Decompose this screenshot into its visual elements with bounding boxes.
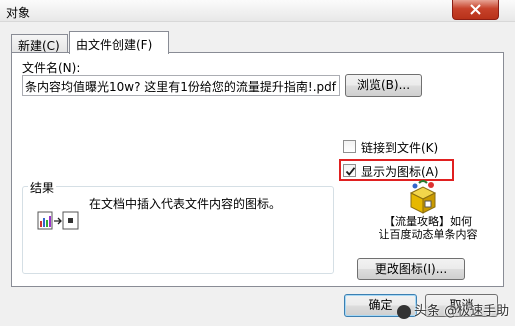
result-legend: 结果 (28, 179, 57, 196)
file-name-input[interactable]: 条内容均值曝光10w? 这里有1份给您的流量提升指南!.pdf (22, 75, 340, 96)
tab-panel: 文件名(N): 条内容均值曝光10w? 这里有1份给您的流量提升指南!.pdf … (11, 52, 504, 287)
result-description: 在文档中插入代表文件内容的图标。 (89, 197, 282, 211)
tab-from-file[interactable]: 由文件创建(F) (69, 31, 169, 54)
watermark-logo-icon (397, 304, 411, 319)
object-caption-line1: 【流量攻略】如何 (384, 215, 472, 228)
highlight-box (339, 159, 454, 181)
close-button[interactable] (452, 0, 499, 20)
close-icon (470, 4, 481, 15)
change-icon-button[interactable]: 更改图标(I)... (357, 258, 465, 280)
file-name-label: 文件名(N): (22, 61, 81, 75)
document-embed-icon (37, 211, 79, 230)
link-to-file-label: 链接到文件(K) (361, 141, 439, 155)
object-preview-icon (405, 179, 441, 218)
tab-new-label: 新建(C) (18, 39, 60, 53)
file-name-value: 条内容均值曝光10w? 这里有1份给您的流量提升指南!.pdf (25, 80, 336, 94)
link-to-file-checkbox[interactable] (343, 140, 356, 153)
title-bar: 对象 (0, 0, 515, 22)
watermark: 头条 @极速手助 (397, 300, 509, 319)
watermark-text: 头条 @极速手助 (414, 304, 510, 319)
object-caption-line2: 让百度动态单条内容 (378, 228, 478, 241)
window-title: 对象 (6, 6, 31, 20)
object-caption: 【流量攻略】如何 让百度动态单条内容 (362, 215, 494, 241)
tab-new[interactable]: 新建(C) (11, 34, 68, 53)
tab-from-file-label: 由文件创建(F) (76, 38, 153, 52)
package-icon (409, 180, 437, 214)
insert-icon-illustration (37, 209, 81, 236)
result-group: 结果 在文档中插入代表文件内容的图标。 (22, 179, 334, 274)
browse-button[interactable]: 浏览(B)... (345, 74, 422, 97)
